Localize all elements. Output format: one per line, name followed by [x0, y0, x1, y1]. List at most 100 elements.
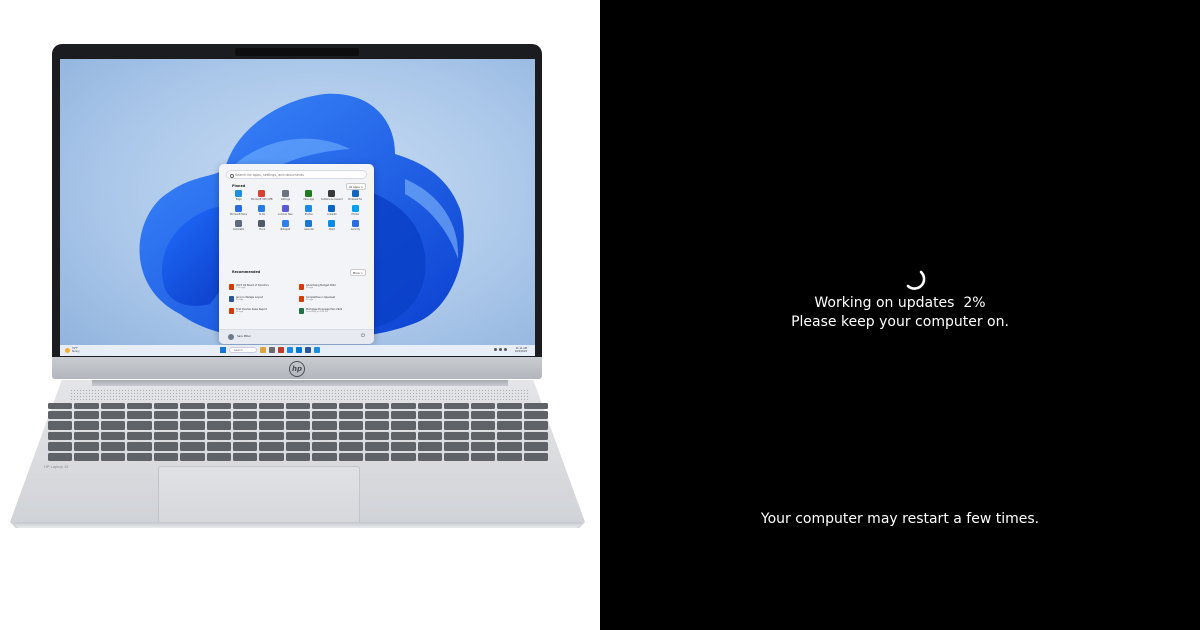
keyboard-key	[365, 421, 390, 430]
keyboard-key	[259, 452, 284, 461]
app-icon	[281, 205, 289, 212]
pinned-app[interactable]: Photos	[297, 205, 320, 216]
keyboard-key	[338, 411, 364, 420]
keyboard-key	[444, 431, 469, 441]
file-icon	[299, 308, 304, 314]
recommended-item[interactable]: Jenny's Wedgie Layout 2h ago	[229, 296, 295, 302]
item-time: 17m ago	[236, 287, 246, 289]
taskbar-app-icon[interactable]	[287, 347, 293, 353]
keyboard-key	[523, 442, 548, 451]
taskbar-clock[interactable]: 11:11 AM 10/2/2024	[515, 347, 527, 353]
keyboard-key	[206, 421, 231, 430]
pinned-app[interactable]: Pinterest for	[344, 190, 367, 201]
keyboard	[48, 403, 548, 461]
pinned-app[interactable]: Solitaire & Casual Games	[320, 190, 343, 201]
keyboard-key	[153, 421, 179, 430]
keyboard-key	[127, 431, 152, 441]
pinned-app[interactable]: Microsoft Store	[227, 205, 250, 216]
keyboard-key	[232, 411, 258, 420]
recommended-item[interactable]: First Quarter Sales Report 6h ago	[229, 308, 295, 314]
taskbar-app-icon[interactable]	[260, 347, 266, 353]
start-search-input[interactable]: Search for apps, settings, and documents	[226, 170, 367, 179]
pinned-app[interactable]: Luminar Neo	[274, 205, 297, 216]
pinned-app[interactable]: Notepad	[274, 220, 297, 231]
recommended-item[interactable]: Advertising Budget 2022 1h ago	[299, 284, 365, 290]
keyboard-key	[259, 421, 284, 430]
app-icon	[235, 220, 243, 227]
user-name[interactable]: Sara Miller	[237, 335, 251, 338]
pinned-app[interactable]: Calendar	[297, 220, 320, 231]
pinned-app[interactable]: Calculator	[227, 220, 250, 231]
item-time: 5h ago	[306, 299, 314, 301]
pinned-app[interactable]: Edge	[227, 190, 250, 201]
keyboard-key	[338, 421, 364, 430]
file-icon	[229, 296, 234, 302]
avatar[interactable]	[228, 334, 234, 340]
pinned-app[interactable]: Xbox App	[297, 190, 320, 201]
keyboard-key	[312, 452, 337, 461]
pinned-app[interactable]: Security	[344, 220, 367, 231]
pinned-apps-grid: Edge Microsoft 365 (Office) Settings Xbo…	[227, 190, 367, 231]
taskbar-app-icon[interactable]	[269, 347, 275, 353]
keyboard-key	[48, 411, 73, 420]
pinned-app[interactable]: To Do	[250, 205, 273, 216]
keyboard-key	[232, 452, 258, 461]
keyboard-key	[523, 421, 548, 430]
pinned-app[interactable]: Clock	[250, 220, 273, 231]
app-icon	[305, 190, 313, 197]
laptop-screen: Search for apps, settings, and documents…	[60, 59, 535, 356]
app-label: Notepad	[280, 228, 291, 231]
weather-widget[interactable]: 74°F Sunny	[72, 347, 79, 353]
pinned-app[interactable]: Photos	[344, 205, 367, 216]
keyboard-key	[312, 421, 337, 430]
sun-icon[interactable]	[65, 348, 70, 353]
app-label: Clock	[258, 228, 266, 231]
keyboard-key	[180, 442, 205, 451]
pinned-app[interactable]: Microsoft 365 (Office)	[250, 190, 273, 201]
taskbar-app-icon[interactable]	[305, 347, 311, 353]
app-icon	[281, 220, 289, 227]
taskbar-app-icon[interactable]	[314, 347, 320, 353]
power-icon[interactable]: ⏻	[361, 334, 365, 339]
keyboard-key	[444, 442, 469, 451]
recommended-item[interactable]: Mortgage Proposals Plan 2022 Yesterday at…	[299, 308, 365, 314]
recommended-item[interactable]: 2023 Q4 Board of Directors 17m ago	[229, 284, 295, 290]
system-tray-icons[interactable]	[494, 348, 507, 351]
keyboard-key	[206, 452, 231, 461]
keyboard-key	[312, 403, 337, 409]
keyboard-key	[74, 421, 99, 430]
keyboard-key	[206, 411, 231, 420]
keyboard-key	[48, 442, 73, 451]
taskbar-app-icon[interactable]	[278, 347, 284, 353]
keyboard-key	[338, 452, 364, 461]
app-label: Calendar	[303, 228, 314, 231]
keyboard-key	[285, 403, 311, 409]
app-icon	[305, 205, 313, 212]
recommended-item[interactable]: Competitive in Spaceset 5h ago	[299, 296, 365, 302]
keyboard-key	[470, 421, 496, 430]
app-label: Microsoft Store	[230, 213, 248, 216]
app-label: LinkedIn	[327, 213, 337, 216]
keyboard-key	[48, 421, 73, 430]
keyboard-key	[470, 431, 496, 441]
windows-start-icon[interactable]	[220, 347, 226, 353]
pinned-app[interactable]: LinkedIn	[320, 205, 343, 216]
keyboard-key	[523, 431, 548, 441]
item-time: Yesterday at 4:24 PM	[306, 311, 328, 313]
taskbar-app-icon[interactable]	[296, 347, 302, 353]
taskbar-search[interactable]: Search	[229, 347, 257, 353]
keyboard-key	[417, 442, 443, 451]
pinned-app[interactable]: Paint	[320, 220, 343, 231]
app-icon	[235, 205, 243, 212]
keyboard-key	[127, 403, 152, 409]
file-icon	[229, 308, 234, 314]
keyboard-key	[153, 431, 179, 441]
app-label: Paint	[329, 228, 335, 231]
keyboard-key	[206, 442, 231, 451]
all-apps-button[interactable]: All apps >	[345, 183, 366, 190]
app-label: To Do	[258, 213, 266, 216]
touchpad	[158, 466, 360, 524]
pinned-app[interactable]: Settings	[274, 190, 297, 201]
more-button[interactable]: More >	[349, 269, 366, 276]
app-label: Xbox App	[303, 198, 315, 201]
